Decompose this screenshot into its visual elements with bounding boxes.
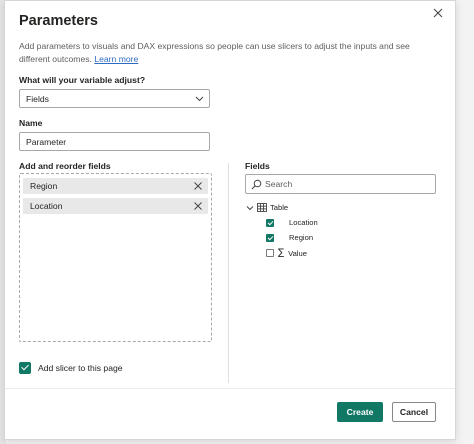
field-well[interactable]: Region Location <box>19 173 212 342</box>
fields-search[interactable] <box>245 174 436 194</box>
field-item-location[interactable]: Location <box>266 218 318 227</box>
fields-search-input[interactable] <box>265 177 430 191</box>
add-slicer-checkbox[interactable] <box>19 362 31 374</box>
description-text: Add parameters to visuals and DAX expres… <box>19 41 410 64</box>
name-input[interactable] <box>19 132 210 151</box>
fields-label: Fields <box>245 161 270 171</box>
field-well-item-label: Location <box>30 201 63 211</box>
remove-icon[interactable] <box>194 202 202 210</box>
remove-icon[interactable] <box>194 182 202 190</box>
field-item-value[interactable]: ∑ Value <box>266 248 307 258</box>
parameters-dialog: Parameters Add parameters to visuals and… <box>4 0 456 440</box>
search-icon <box>251 179 262 190</box>
chevron-down-icon[interactable] <box>246 204 254 212</box>
table-icon <box>257 203 267 212</box>
checkbox[interactable] <box>266 249 274 257</box>
sigma-icon: ∑ <box>278 248 285 258</box>
adjust-dropdown[interactable]: Fields <box>19 89 210 108</box>
field-item-label: Value <box>288 248 307 258</box>
learn-more-link[interactable]: Learn more <box>94 54 138 64</box>
cancel-button[interactable]: Cancel <box>392 402 436 422</box>
field-item-label: Location <box>289 218 318 227</box>
field-well-label: Add and reorder fields <box>19 161 111 171</box>
field-item-region[interactable]: Region <box>266 233 313 242</box>
name-label: Name <box>19 118 43 128</box>
table-node[interactable]: Table <box>246 203 288 212</box>
chevron-down-icon <box>195 96 204 102</box>
adjust-selected-value: Fields <box>26 94 49 104</box>
checkbox[interactable] <box>266 233 274 242</box>
field-well-item-region[interactable]: Region <box>23 178 208 194</box>
checkbox[interactable] <box>266 218 274 227</box>
table-name: Table <box>270 203 289 212</box>
field-well-item-location[interactable]: Location <box>23 198 208 214</box>
pane-divider <box>228 163 229 383</box>
add-slicer-label: Add slicer to this page <box>38 363 123 373</box>
field-item-label: Region <box>289 233 314 242</box>
dialog-description: Add parameters to visuals and DAX expres… <box>19 40 419 65</box>
footer-divider <box>5 388 455 389</box>
close-icon[interactable] <box>431 6 445 20</box>
create-button[interactable]: Create <box>337 402 383 422</box>
add-slicer-option[interactable]: Add slicer to this page <box>19 362 123 374</box>
dialog-title: Parameters <box>19 13 98 29</box>
adjust-label: What will your variable adjust? <box>19 75 146 85</box>
field-well-item-label: Region <box>30 181 58 191</box>
